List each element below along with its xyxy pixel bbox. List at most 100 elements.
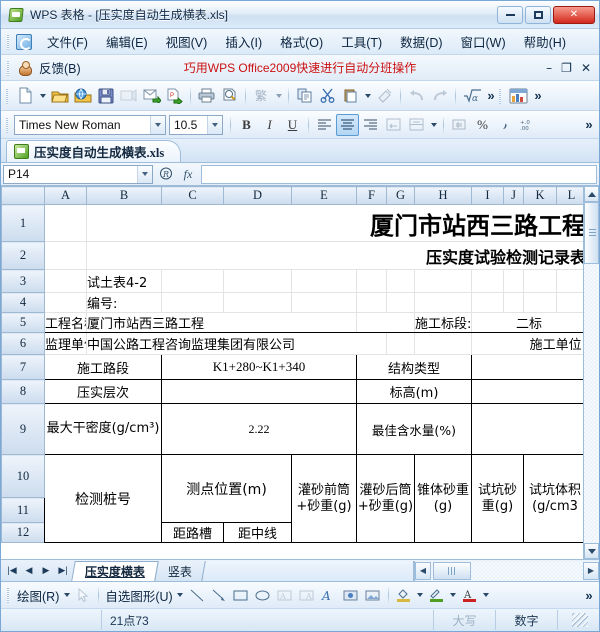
column-header-b[interactable]: B [86,186,162,205]
open-icon[interactable] [48,84,71,107]
select-all-corner[interactable] [1,186,45,205]
cell-f3[interactable] [356,269,387,293]
arrow-icon[interactable] [208,585,230,606]
preview-icon[interactable] [218,84,241,107]
open-web-icon[interactable] [71,84,94,107]
cell-h3[interactable] [414,269,472,293]
cell-project-label[interactable]: 工程名称: [44,312,87,333]
currency-icon[interactable] [448,114,471,136]
cell-section-value[interactable]: 二标 [471,312,583,333]
redo-icon[interactable] [428,84,451,107]
column-header-i[interactable]: I [471,186,504,205]
percent-button[interactable]: % [471,114,494,136]
cut-icon[interactable] [316,84,339,107]
cell-l4[interactable] [556,292,583,313]
draw-menu-button[interactable]: 绘图(R) [15,586,61,605]
cell-hdr-sand-before[interactable]: 灌砂前筒+砂重(g) [291,454,357,543]
vertical-scroll-track[interactable] [584,264,599,543]
sheet-tab-horizontal[interactable]: 压实度横表 [71,560,159,581]
save-icon[interactable] [94,84,117,107]
chart-icon[interactable] [507,84,530,107]
rectangle-icon[interactable] [230,585,252,606]
cell-elevation-label[interactable]: 标高(m) [356,379,472,404]
vertical-scrollbar[interactable] [583,186,599,559]
font-size-dropdown-icon[interactable] [207,115,222,134]
cell-a3[interactable] [44,269,87,293]
row-header-11[interactable]: 11 [1,497,45,523]
toolbar-overflow-icon[interactable]: » [483,85,497,107]
cell-contractor-label[interactable]: 施工单位: [471,332,583,355]
cell-hdr-point-position[interactable]: 测点位置(m) [161,454,292,523]
menu-item-data[interactable]: 数据(D) [391,28,451,55]
cell-hdr-pile-no[interactable]: 检测桩号 [44,454,162,543]
document-tab[interactable]: 压实度自动生成横表.xls [6,140,182,162]
column-header-e[interactable]: E [291,186,357,205]
cell-k3[interactable] [523,269,557,293]
cell-section-label[interactable]: 施工标段: [414,312,472,333]
menu-grip[interactable] [5,33,12,51]
toolbar-grip[interactable] [4,87,11,105]
row-header-9[interactable]: 9 [1,403,45,455]
cell-number-label[interactable]: 编号: [86,292,162,313]
cell-structure-type-value[interactable] [471,354,583,380]
textbox-icon[interactable]: A [274,585,296,606]
line-color-dropdown-icon[interactable] [448,584,459,607]
italic-button[interactable]: I [258,114,281,136]
horizontal-scrollbar[interactable]: ◀ ▶ [414,560,599,581]
check-formula-icon[interactable]: R [155,164,177,184]
cell-hdr-dist-groove[interactable]: 距路槽 [161,522,224,543]
cell-i4[interactable] [471,292,504,313]
select-arrow-icon[interactable] [72,585,94,606]
font-name-dropdown-icon[interactable] [150,115,165,134]
row-header-4[interactable]: 4 [1,292,45,313]
cell-hdr-dist-center[interactable]: 距中线 [223,522,292,543]
draw-menu-dropdown-icon[interactable] [61,584,72,607]
hscroll-left-button[interactable]: ◀ [415,561,431,580]
fmtbar-grip[interactable] [4,116,11,134]
column-header-k[interactable]: K [523,186,557,205]
row-header-2[interactable]: 2 [1,241,45,270]
maximize-button[interactable] [525,5,551,24]
traditional-chinese-icon[interactable]: 繁 [250,84,273,107]
name-box[interactable]: P14 [3,164,153,184]
horizontal-scroll-thumb[interactable] [433,561,471,580]
cell-h4[interactable] [414,292,472,313]
column-header-g[interactable]: G [386,186,415,205]
cell-d4[interactable] [223,292,292,313]
menu-item-insert[interactable]: 插入(I) [216,28,271,55]
wordart-icon[interactable]: A [318,585,340,606]
cell-a4[interactable] [44,292,87,313]
promo-text[interactable]: 巧用WPS Office2009快速进行自动分班操作 [1,59,599,76]
merge-center-icon[interactable] [405,114,428,136]
cell-road-section-value[interactable]: K1+280~K1+340 [161,354,357,380]
sheet-nav-prev[interactable]: ◀ [21,563,37,579]
font-color-dropdown-icon[interactable] [481,584,492,607]
cell-max-density-value[interactable]: 2.22 [161,403,357,455]
cell-c3[interactable] [161,269,224,293]
grid-scroll-area[interactable]: A B C D E F G H I J K L 1 厦门市站西三路工程 2 压实… [1,186,583,559]
drawbar-grip[interactable] [5,586,12,604]
autoshapes-menu-button[interactable]: 自选图形(U) [103,586,174,605]
cell-elevation-value[interactable] [471,379,583,404]
align-right-icon[interactable] [359,114,382,136]
cell-hdr-cone-sand[interactable]: 锥体砂重(g) [414,454,472,543]
wrap-text-icon[interactable] [382,114,405,136]
cell-max-density-label[interactable]: 最大干密度(g/cm³) [44,403,162,455]
formula-icon[interactable]: α [460,84,483,107]
merge-dropdown-icon[interactable] [428,113,439,136]
underline-button[interactable]: U [281,114,304,136]
menu-item-format[interactable]: 格式(O) [271,28,332,55]
doc-restore-button[interactable]: ❐ [561,62,572,74]
cell-layer-label[interactable]: 压实层次 [44,379,162,404]
scroll-up-button[interactable] [584,186,599,202]
formula-input[interactable] [201,164,597,184]
bold-button[interactable]: B [235,114,258,136]
horizontal-scroll-track[interactable] [471,561,583,580]
cell-g6[interactable] [386,332,415,355]
cell-supervisor-label[interactable]: 监理单位: [44,332,87,355]
cell-gap-5[interactable] [356,312,415,333]
fill-color-dropdown-icon[interactable] [415,584,426,607]
toolbar-overflow2-icon[interactable]: » [530,85,544,107]
cell-e3[interactable] [291,269,357,293]
cell-supervisor-value[interactable]: 中国公路工程咨询监理集团有限公司 [86,332,387,355]
